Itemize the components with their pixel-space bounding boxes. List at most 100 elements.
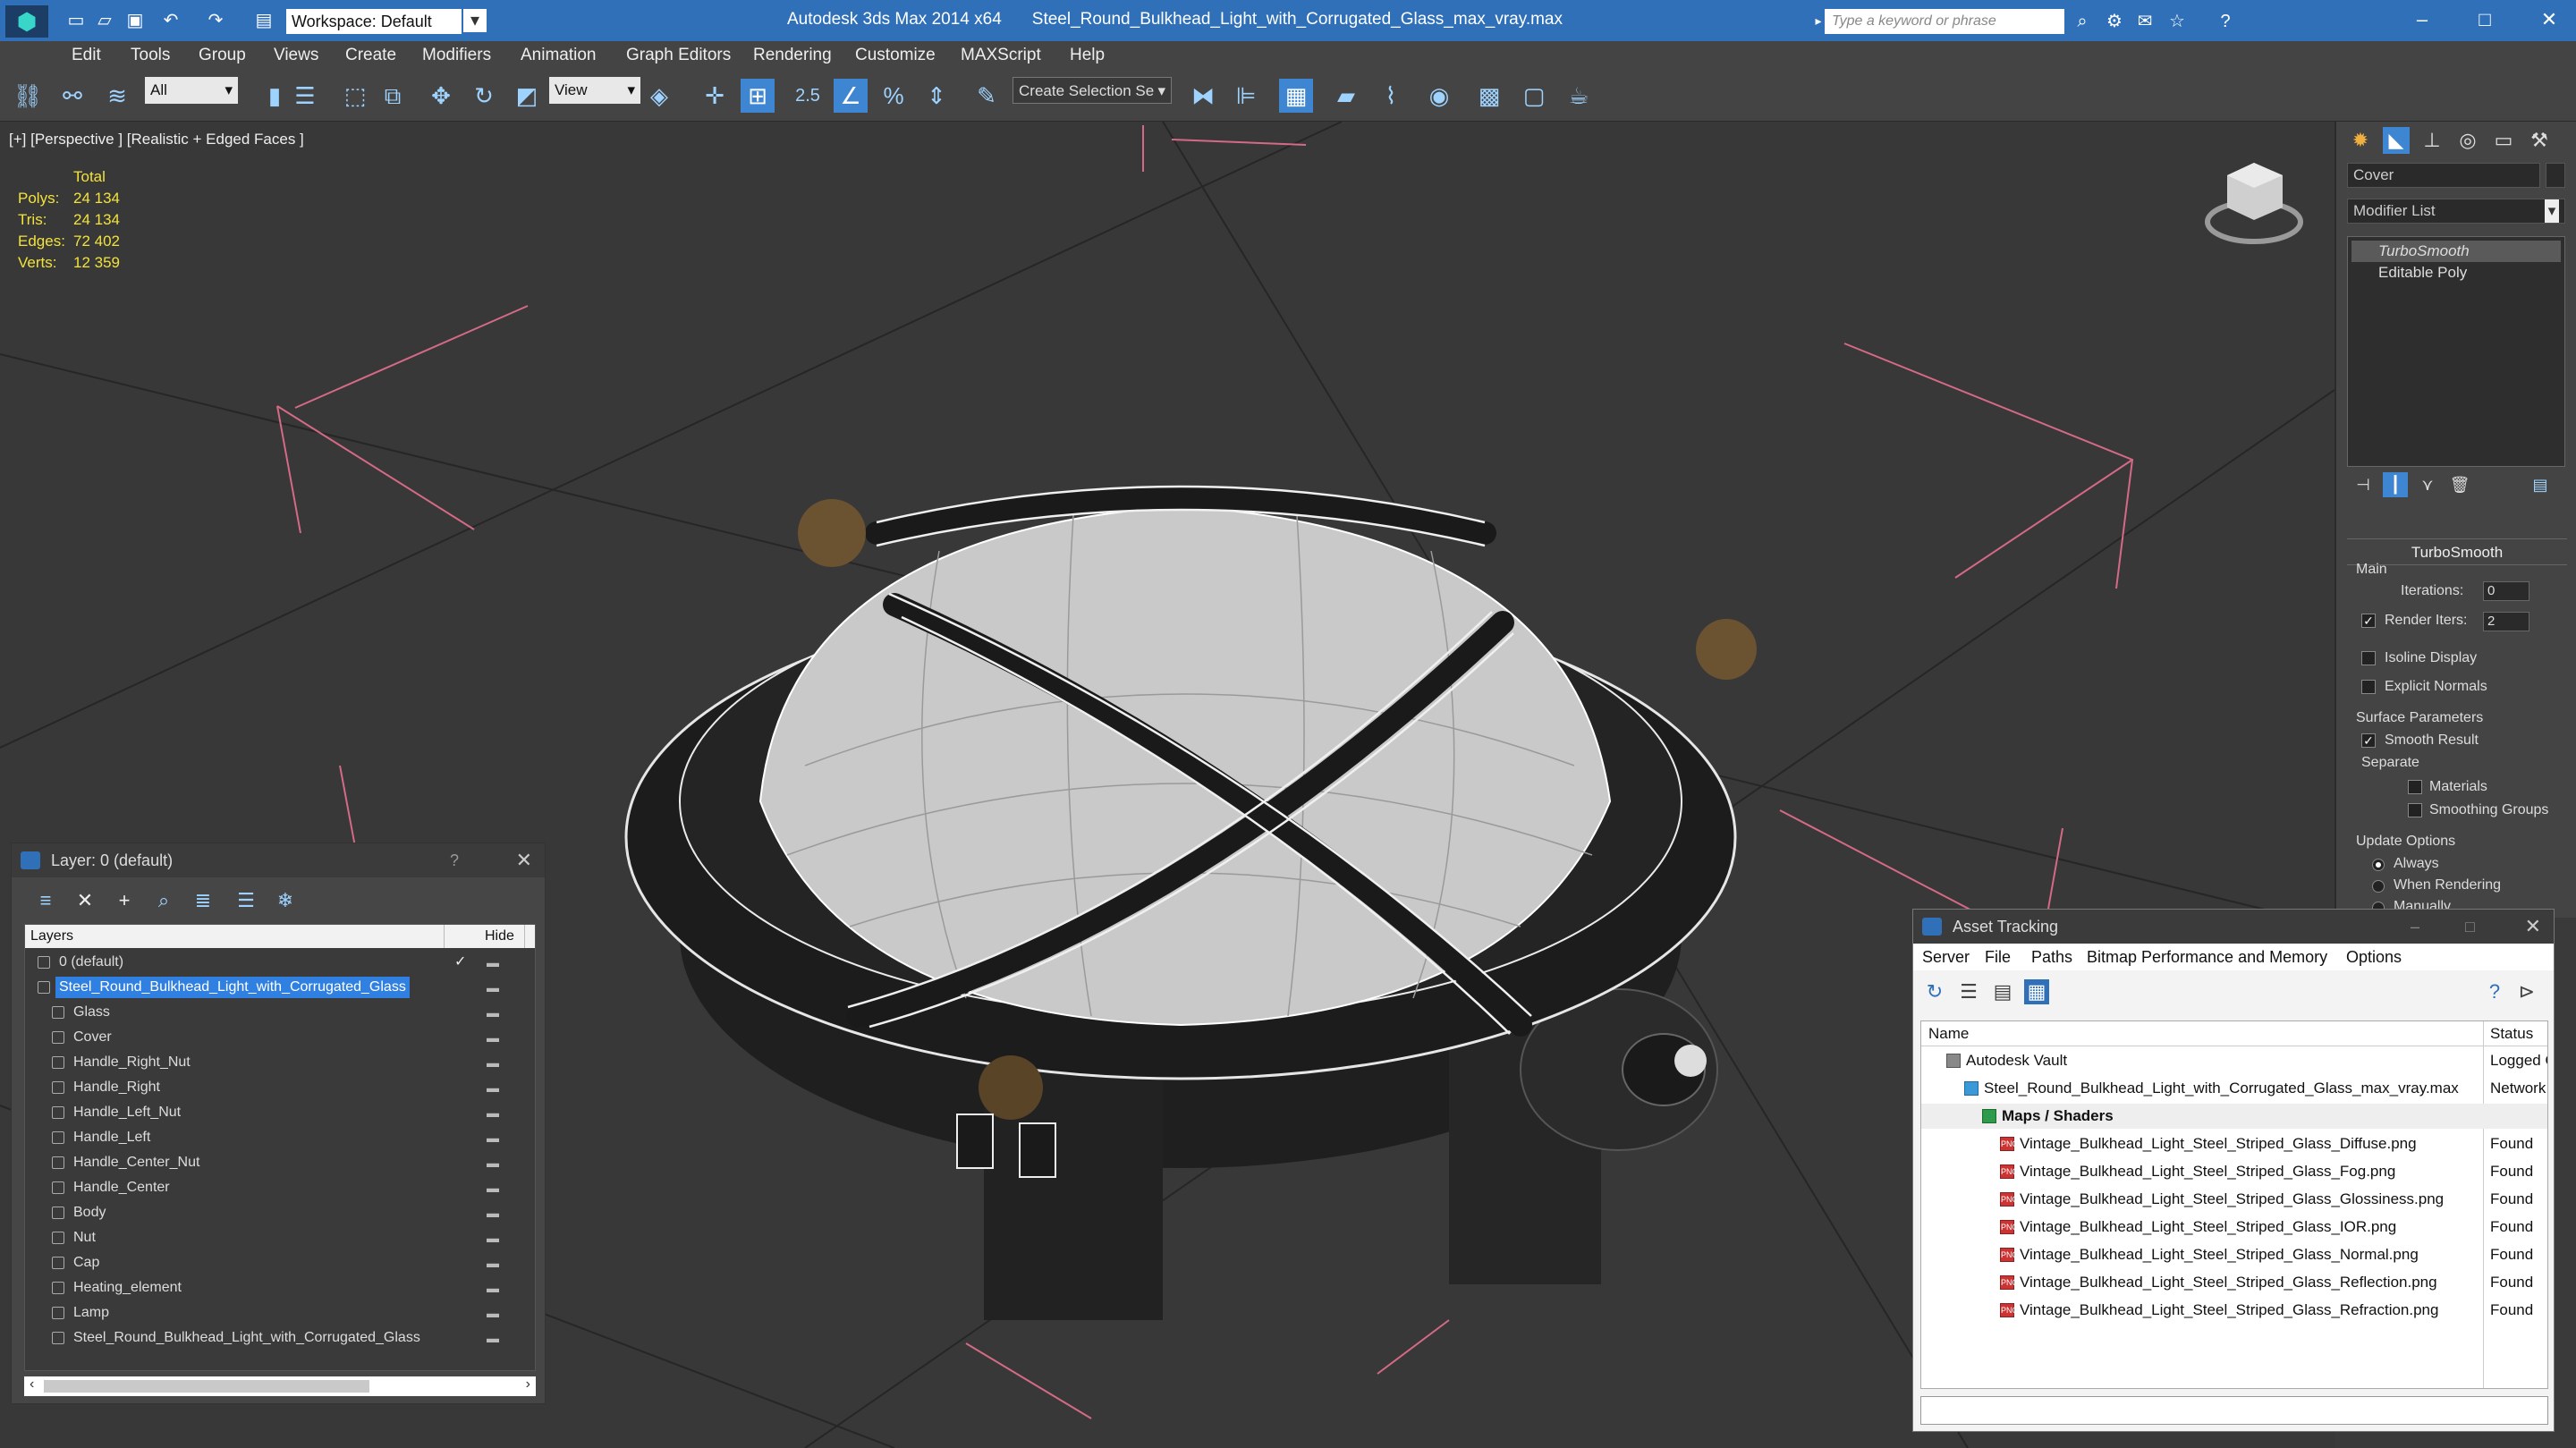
- communication-icon[interactable]: ✉: [2132, 9, 2157, 34]
- layer-window-titlebar[interactable]: Layer: 0 (default) ? ✕: [12, 843, 545, 877]
- scroll-right-icon[interactable]: ›: [526, 1376, 530, 1393]
- hide-toggle-icon[interactable]: ▬: [487, 1175, 499, 1200]
- asset-row[interactable]: PNG Vintage_Bulkhead_Light_Steel_Striped_…: [1921, 1131, 2547, 1156]
- hide-toggle-icon[interactable]: ▬: [487, 975, 499, 1000]
- asset-row[interactable]: PNG Vintage_Bulkhead_Light_Steel_Striped_…: [1921, 1242, 2547, 1267]
- stack-item-editable-poly[interactable]: Editable Poly: [2351, 262, 2561, 284]
- hide-toggle-icon[interactable]: ▬: [487, 1300, 499, 1325]
- hide-toggle-icon[interactable]: ▬: [487, 1100, 499, 1125]
- named-selection-sets-dropdown[interactable]: Create Selection Se ▾: [1013, 77, 1172, 104]
- percent-snap-icon[interactable]: %: [877, 79, 911, 113]
- show-end-result-icon[interactable]: ┃: [2383, 472, 2408, 497]
- material-editor-icon[interactable]: ◉: [1422, 79, 1456, 113]
- menu-group[interactable]: Group: [199, 46, 246, 65]
- layer-row[interactable]: Steel_Round_Bulkhead_Light_with_Corrugat…: [25, 975, 535, 1000]
- configure-modifier-sets-icon[interactable]: ▤: [2528, 472, 2553, 497]
- select-icon[interactable]: ▮: [258, 79, 292, 113]
- asset-row[interactable]: Autodesk Vault Logged O: [1921, 1048, 2547, 1073]
- save-icon[interactable]: ▣: [123, 9, 147, 32]
- menu-tools[interactable]: Tools: [131, 46, 170, 65]
- stack-item-turbosmooth[interactable]: TurboSmooth: [2351, 241, 2561, 262]
- snaps-toggle-icon[interactable]: 2.5: [791, 79, 825, 113]
- scrollbar-thumb[interactable]: [44, 1380, 369, 1393]
- render-teapot-icon[interactable]: ☕: [1562, 79, 1596, 113]
- hide-toggle-icon[interactable]: ▬: [487, 1225, 499, 1250]
- hide-toggle-icon[interactable]: ▬: [487, 950, 499, 975]
- window-crossing-icon[interactable]: ⧉: [376, 79, 410, 113]
- table-view-icon[interactable]: ▤: [1990, 979, 2015, 1004]
- hierarchy-tab-icon[interactable]: ⊥: [2419, 127, 2445, 154]
- select-and-link-icon[interactable]: ⛓: [11, 79, 45, 113]
- binoculars-icon[interactable]: ⌕: [2070, 9, 2095, 34]
- layer-row[interactable]: 0 (default) ✓ ▬: [25, 950, 535, 975]
- remove-modifier-icon[interactable]: 🗑: [2447, 472, 2472, 497]
- minimize-icon[interactable]: –: [2404, 5, 2440, 34]
- help-icon[interactable]: ?: [2213, 9, 2238, 34]
- search-input[interactable]: Type a keyword or phrase: [1825, 9, 2064, 34]
- asset-menu-options[interactable]: Options: [2346, 944, 2402, 970]
- menu-animation[interactable]: Animation: [521, 46, 597, 65]
- hide-toggle-icon[interactable]: ▬: [487, 1325, 499, 1351]
- close-icon[interactable]: ✕: [2531, 5, 2567, 34]
- menu-create[interactable]: Create: [345, 46, 396, 65]
- reference-coordinate-dropdown[interactable]: View ▾: [549, 77, 640, 104]
- highlight-layer-icon[interactable]: ≣: [191, 888, 216, 913]
- hide-toggle-icon[interactable]: ▬: [487, 1075, 499, 1100]
- layer-row[interactable]: Handle_Center_Nut ▬: [25, 1150, 535, 1175]
- motion-tab-icon[interactable]: ◎: [2454, 127, 2481, 154]
- layer-row[interactable]: Handle_Center ▬: [25, 1175, 535, 1200]
- select-in-layer-icon[interactable]: ⌕: [151, 888, 176, 913]
- viewport-label[interactable]: [+] [Perspective ] [Realistic + Edged Fa…: [9, 131, 304, 148]
- asset-help-icon[interactable]: ?: [2482, 979, 2507, 1004]
- layer-help-button[interactable]: ?: [450, 843, 459, 877]
- menu-modifiers[interactable]: Modifiers: [422, 46, 491, 65]
- separate-smoothing-groups-checkbox[interactable]: [2408, 803, 2422, 817]
- hide-toggle-icon[interactable]: ▬: [487, 1275, 499, 1300]
- selection-filter-dropdown[interactable]: All ▾: [145, 77, 238, 104]
- hide-toggle-icon[interactable]: ▬: [487, 1250, 499, 1275]
- smooth-result-checkbox[interactable]: ✓: [2361, 733, 2376, 748]
- edit-named-selection-icon[interactable]: ✎: [970, 79, 1004, 113]
- graphite-ribbon-icon[interactable]: ▰: [1329, 79, 1363, 113]
- menu-views[interactable]: Views: [274, 46, 318, 65]
- app-logo-icon[interactable]: ⬢: [5, 5, 48, 38]
- asset-row[interactable]: PNG Vintage_Bulkhead_Light_Steel_Striped_…: [1921, 1270, 2547, 1295]
- col-name-header[interactable]: Name: [1928, 1021, 1969, 1046]
- list-view-icon[interactable]: ☰: [1956, 979, 1981, 1004]
- menu-edit[interactable]: Edit: [72, 46, 101, 65]
- layer-row[interactable]: Handle_Right ▬: [25, 1075, 535, 1100]
- keyboard-shortcut-icon[interactable]: ⊞: [741, 79, 775, 113]
- asset-menu-bitmap-performance[interactable]: Bitmap Performance and Memory: [2087, 944, 2327, 970]
- iterations-spinner[interactable]: 0: [2483, 581, 2529, 601]
- new-file-icon[interactable]: ▭: [64, 9, 88, 32]
- move-icon[interactable]: ✥: [424, 79, 458, 113]
- pin-icon[interactable]: ⊳: [2514, 979, 2539, 1004]
- refresh-icon[interactable]: ↻: [1922, 979, 1947, 1004]
- asset-row[interactable]: PNG Vintage_Bulkhead_Light_Steel_Striped_…: [1921, 1187, 2547, 1212]
- layer-row[interactable]: Heating_element ▬: [25, 1275, 535, 1300]
- hide-toggle-icon[interactable]: ▬: [487, 1000, 499, 1025]
- hide-toggle-icon[interactable]: ▬: [487, 1200, 499, 1225]
- modify-tab-icon[interactable]: ◣: [2383, 127, 2410, 154]
- delete-layer-icon[interactable]: ✕: [72, 888, 97, 913]
- subscription-icon[interactable]: ⚙: [2102, 9, 2127, 34]
- layer-row[interactable]: Handle_Left_Nut ▬: [25, 1100, 535, 1125]
- layer-row[interactable]: Body ▬: [25, 1200, 535, 1225]
- spinner-snap-icon[interactable]: ⇕: [919, 79, 953, 113]
- menu-customize[interactable]: Customize: [855, 46, 936, 65]
- workspace-dropdown[interactable]: Workspace: Default: [286, 9, 462, 34]
- current-layer-check-icon[interactable]: ✓: [454, 950, 466, 975]
- asset-row[interactable]: Maps / Shaders: [1921, 1104, 2547, 1129]
- asset-row[interactable]: PNG Vintage_Bulkhead_Light_Steel_Striped_…: [1921, 1215, 2547, 1240]
- create-layer-icon[interactable]: ≡: [33, 888, 58, 913]
- rotate-icon[interactable]: ↻: [467, 79, 501, 113]
- asset-row[interactable]: PNG Vintage_Bulkhead_Light_Steel_Striped_…: [1921, 1159, 2547, 1184]
- maximize-icon[interactable]: □: [2467, 5, 2503, 34]
- maximize-icon[interactable]: □: [2465, 910, 2475, 944]
- utilities-tab-icon[interactable]: ⚒: [2526, 127, 2553, 154]
- col-hide-header[interactable]: Hide: [485, 925, 514, 948]
- pin-stack-icon[interactable]: ⊣: [2351, 472, 2376, 497]
- separate-materials-checkbox[interactable]: [2408, 780, 2422, 794]
- manipulate-icon[interactable]: ✛: [698, 79, 732, 113]
- render-iters-spinner[interactable]: 2: [2483, 612, 2529, 631]
